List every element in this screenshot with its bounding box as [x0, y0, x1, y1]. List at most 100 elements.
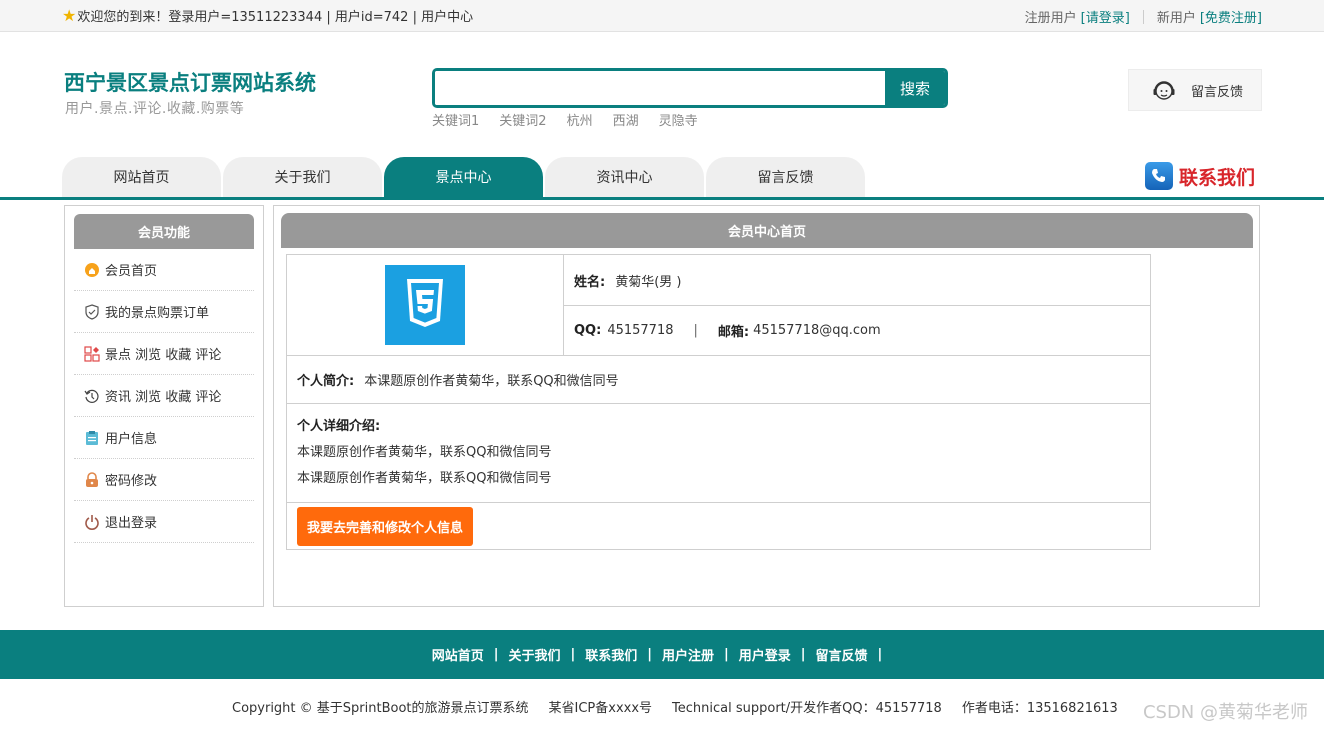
nav-tab-attractions[interactable]: 景点中心 [384, 157, 543, 197]
footer-link-register[interactable]: 用户注册 [662, 645, 714, 664]
copyright-text: Copyright © 基于SprintBoot的旅游景点订票系统 [232, 701, 529, 716]
member-center-panel: 会员中心首页 姓名: 黄菊华(男 ) QQ: 45157718 | 邮箱: 45… [273, 205, 1260, 607]
search-input[interactable] [435, 71, 885, 105]
sidebar-item-logout[interactable]: 退出登录 [74, 501, 254, 543]
feedback-label: 留言反馈 [1191, 84, 1244, 100]
profile-detail-row: 个人详细介绍: 本课题原创作者黄菊华，联系QQ和微信同号 本课题原创作者黄菊华，… [287, 404, 1150, 503]
feedback-shortcut[interactable]: 留言反馈 [1128, 69, 1262, 111]
customer-service-icon [1153, 81, 1175, 100]
site-title[interactable]: 西宁景区景点订票网站系统 [64, 67, 316, 97]
keyword-link[interactable]: 杭州 [567, 110, 593, 129]
account-links: 注册用户 [请登录] 新用户 [免费注册] [1025, 7, 1262, 26]
sidebar-item-label: 会员首页 [105, 264, 158, 279]
email-label: 邮箱: [717, 325, 750, 340]
detail-line: 本课题原创作者黄菊华，联系QQ和微信同号 [297, 445, 552, 460]
intro-label: 个人简介: [297, 374, 355, 389]
register-label: 注册用户 [1024, 11, 1077, 26]
sidebar-item-news[interactable]: 资讯 浏览 收藏 评论 [74, 375, 254, 417]
support-text: Technical support/开发作者QQ：45157718 [672, 701, 942, 716]
footer-link-contact[interactable]: 联系我们 [585, 645, 637, 664]
sidebar-item-member-home[interactable]: 会员首页 [74, 249, 254, 291]
intro-value: 本课题原创作者黄菊华，联系QQ和微信同号 [364, 374, 619, 389]
phone-text: 作者电话：13516821613 [961, 701, 1118, 716]
profile-info: 姓名: 黄菊华(男 ) QQ: 45157718 | 邮箱: 45157718@… [564, 255, 1150, 355]
footer-separator: | [493, 647, 499, 662]
detail-title: 个人详细介绍: [297, 419, 381, 434]
footer-separator: | [877, 647, 883, 662]
detail-block: 个人详细介绍: 本课题原创作者黄菊华，联系QQ和微信同号 本课题原创作者黄菊华，… [287, 404, 561, 502]
nav-tab-feedback[interactable]: 留言反馈 [706, 157, 865, 197]
keyword-link[interactable]: 关键词1 [432, 110, 479, 129]
sidebar-item-label: 密码修改 [105, 474, 158, 489]
nav-tab-news[interactable]: 资讯中心 [545, 157, 704, 197]
sidebar-item-label: 退出登录 [105, 516, 158, 531]
footer-link-home[interactable]: 网站首页 [432, 645, 484, 664]
search-button[interactable]: 搜索 [885, 71, 945, 105]
nav-tab-home[interactable]: 网站首页 [62, 157, 221, 197]
main-nav: 网站首页 关于我们 景点中心 资讯中心 留言反馈 [62, 157, 865, 197]
sidebar-item-orders[interactable]: 我的景点购票订单 [74, 291, 254, 333]
nav-divider [0, 197, 1324, 200]
footer-link-login[interactable]: 用户登录 [739, 645, 791, 664]
edit-profile-button[interactable]: 我要去完善和修改个人信息 [297, 506, 474, 546]
avatar [287, 255, 564, 355]
footer-separator: | [570, 647, 576, 662]
sidebar-item-label: 我的景点购票订单 [105, 306, 210, 321]
keyword-link[interactable]: 灵隐寺 [659, 110, 698, 129]
phone-icon [1145, 162, 1173, 190]
lock-icon [84, 471, 100, 488]
detail-line: 本课题原创作者黄菊华，联系QQ和微信同号 [297, 471, 552, 486]
clipboard-icon [84, 430, 100, 446]
footer-separator: | [800, 647, 806, 662]
sidebar-item-user-info[interactable]: 用户信息 [74, 417, 254, 459]
sidebar-item-label: 景点 浏览 收藏 评论 [105, 348, 222, 363]
name-value: 黄菊华(男 ) [615, 274, 682, 290]
profile-action-row: 我要去完善和修改个人信息 [287, 503, 1150, 549]
member-sidebar: 会员功能 会员首页 我的景点购票订单 景点 浏览 收藏 评论 资讯 浏览 收藏 … [64, 205, 264, 607]
icp-text: 某省ICP备xxxx号 [548, 701, 653, 716]
keyword-link[interactable]: 关键词2 [499, 110, 546, 129]
top-bar: ★ 欢迎您的到来！登录用户=13511223344 | 用户id=742 | 用… [0, 0, 1324, 32]
action-cell: 我要去完善和修改个人信息 [287, 503, 474, 549]
star-icon: ★ [62, 6, 77, 25]
footer-link-feedback[interactable]: 留言反馈 [816, 645, 868, 664]
signup-link[interactable]: [免费注册] [1200, 7, 1262, 26]
separator: | [693, 323, 698, 338]
footer-link-about[interactable]: 关于我们 [508, 645, 560, 664]
login-link[interactable]: [请登录] [1081, 7, 1130, 26]
home-icon [84, 262, 100, 278]
welcome-message: ★ 欢迎您的到来！登录用户=13511223344 | 用户id=742 | 用… [62, 6, 473, 25]
divider [1142, 9, 1144, 24]
sidebar-title: 会员功能 [74, 214, 254, 249]
name-label: 姓名: [574, 274, 606, 290]
sidebar-item-attractions[interactable]: 景点 浏览 收藏 评论 [74, 333, 254, 375]
profile-table: 姓名: 黄菊华(男 ) QQ: 45157718 | 邮箱: 45157718@… [286, 254, 1151, 550]
welcome-text: 欢迎您的到来！登录用户=13511223344 | 用户id=742 | 用户中… [77, 10, 474, 25]
history-icon [84, 388, 100, 404]
nav-tab-about[interactable]: 关于我们 [223, 157, 382, 197]
footer-nav: 网站首页 | 关于我们 | 联系我们 | 用户注册 | 用户登录 | 留言反馈 | [0, 630, 1324, 679]
shield-icon [84, 303, 100, 320]
grid-icon [84, 345, 100, 362]
watermark: CSDN @黄菊华老师 [1142, 702, 1308, 723]
panel-title: 会员中心首页 [281, 213, 1253, 248]
keyword-link[interactable]: 西湖 [613, 110, 639, 129]
copyright-bar: Copyright © 基于SprintBoot的旅游景点订票系统 某省ICP备… [232, 697, 1118, 716]
profile-intro-row: 个人简介: 本课题原创作者黄菊华，联系QQ和微信同号 [287, 356, 1150, 404]
site-subtitle: 用户.景点.评论.收藏.购票等 [65, 101, 245, 117]
intro-line: 个人简介: 本课题原创作者黄菊华，联系QQ和微信同号 [287, 356, 619, 403]
qq-label: QQ: [574, 323, 602, 338]
hot-keywords: 关键词1 关键词2 杭州 西湖 灵隐寺 [432, 110, 698, 129]
name-line: 姓名: 黄菊华(男 ) [564, 255, 1150, 305]
sidebar-item-label: 资讯 浏览 收藏 评论 [105, 390, 222, 405]
contact-line: QQ: 45157718 | 邮箱: 45157718@qq.com [564, 305, 1150, 355]
power-icon [84, 514, 100, 530]
footer-separator: | [647, 647, 652, 662]
footer-separator: | [724, 647, 729, 662]
sidebar-item-label: 用户信息 [105, 432, 158, 447]
contact-us-banner[interactable]: 联系我们 [1145, 162, 1255, 190]
sidebar-item-password[interactable]: 密码修改 [74, 459, 254, 501]
search-bar: 搜索 [432, 68, 948, 108]
qq-value: 45157718 [607, 323, 674, 338]
contact-us-text: 联系我们 [1179, 166, 1256, 189]
